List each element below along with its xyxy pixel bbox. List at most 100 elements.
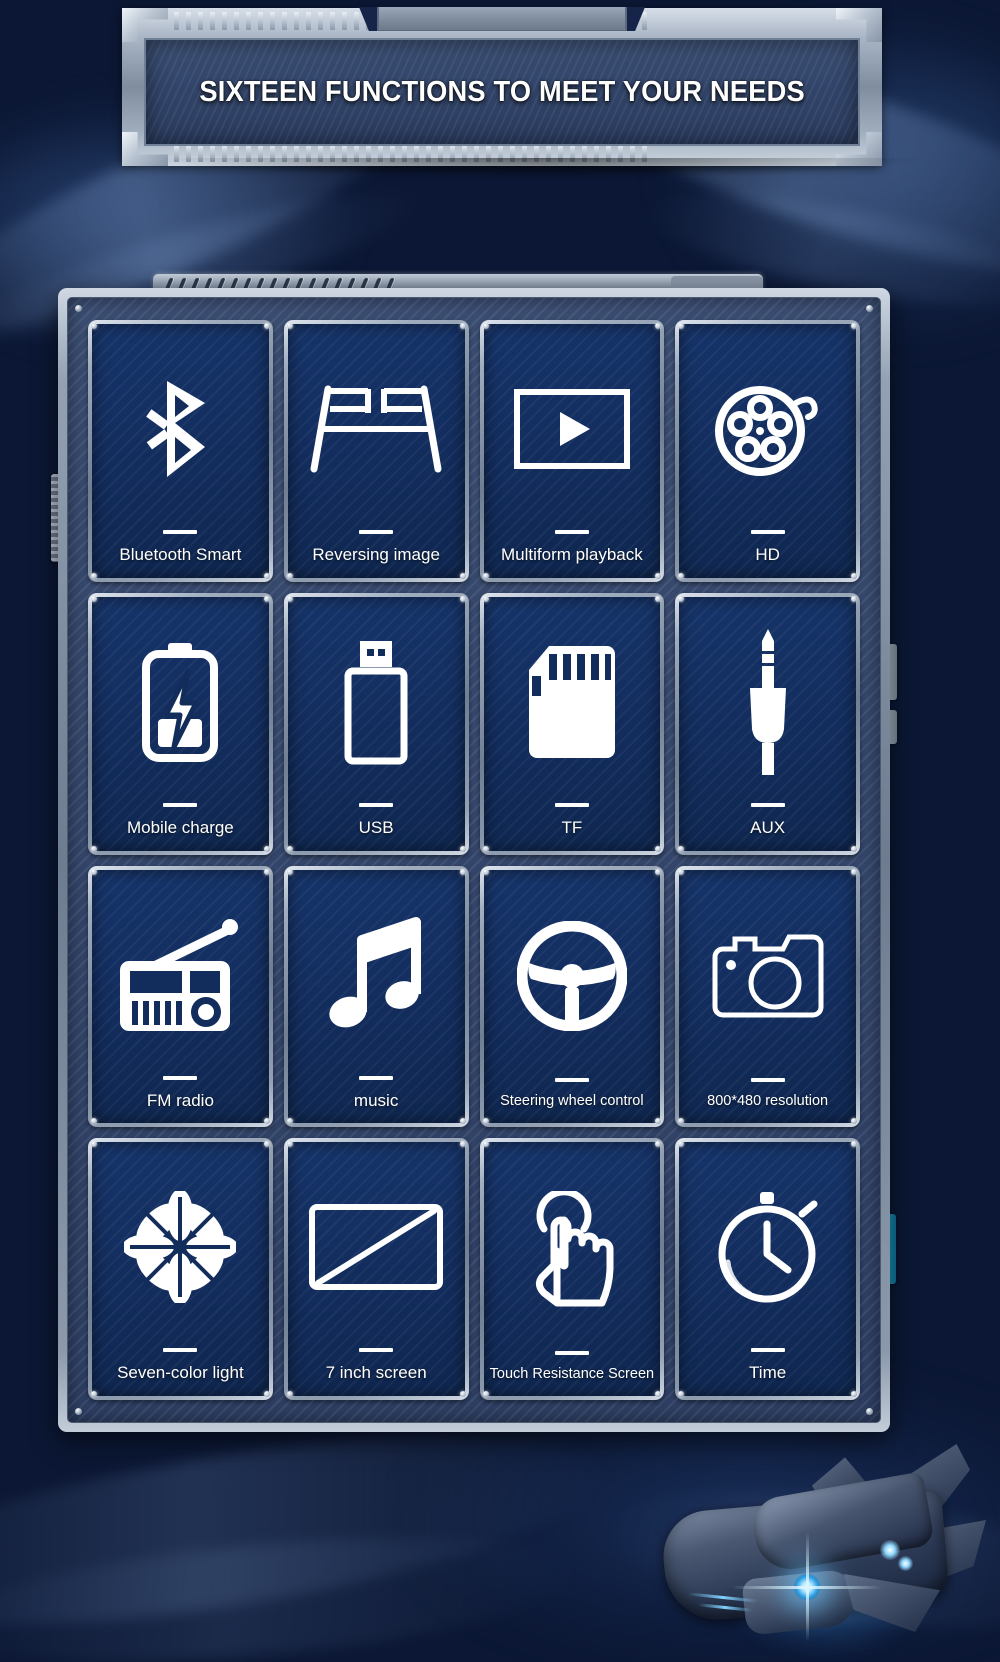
tile-divider — [163, 1348, 198, 1353]
tile-rivet — [91, 572, 97, 579]
tile-rivet — [459, 1141, 466, 1148]
header-banner: SIXTEEN FUNCTIONS TO MEET YOUR NEEDS — [122, 7, 882, 166]
feature-tile[interactable]: Multiform playback — [479, 320, 665, 582]
tile-rivet — [91, 595, 97, 602]
usb-drive-icon — [288, 605, 465, 803]
tile-rivet — [655, 1391, 662, 1397]
tile-divider — [359, 802, 394, 807]
tile-divider — [359, 530, 394, 535]
tile-rivet — [482, 1118, 489, 1125]
bluetooth-icon — [92, 332, 269, 530]
audio-jack-icon — [679, 605, 856, 803]
tile-rivet — [286, 595, 293, 602]
tile-rivet — [851, 868, 857, 875]
tile-rivet — [655, 1141, 662, 1148]
tile-rivet — [286, 845, 293, 852]
steering-wheel-icon — [484, 878, 661, 1079]
tile-divider — [750, 530, 785, 535]
film-reel-icon — [679, 332, 856, 530]
tile-rivet — [91, 1118, 97, 1125]
banner-drop-shadow — [162, 158, 922, 178]
tile-inner: Steering wheel control — [483, 870, 661, 1124]
feature-label: 7 inch screen — [325, 1363, 427, 1383]
spaceship-engine-light — [898, 1556, 913, 1571]
tile-rivet — [655, 572, 662, 579]
tile-rivet — [851, 845, 857, 852]
feature-tile[interactable]: Steering wheel control — [479, 865, 665, 1128]
radio-icon — [92, 878, 269, 1076]
feature-label: Reversing image — [312, 545, 440, 565]
tile-rivet — [459, 572, 466, 579]
touch-hand-icon — [484, 1150, 661, 1351]
tile-divider — [359, 1075, 394, 1080]
tile-inner: HD — [679, 324, 856, 578]
battery-charge-icon — [92, 605, 269, 803]
tile-inner: 7 inch screen — [287, 1142, 465, 1396]
tile-rivet — [482, 845, 489, 852]
feature-label: HD — [755, 545, 780, 565]
tile-rivet — [286, 1141, 293, 1148]
tile-rivet — [91, 1391, 97, 1397]
banner-inner-panel: SIXTEEN FUNCTIONS TO MEET YOUR NEEDS — [144, 38, 860, 146]
feature-label: Time — [749, 1363, 787, 1383]
device-chassis: Bluetooth Smart Reversing image Multifor… — [51, 274, 897, 1432]
feature-label: USB — [358, 817, 394, 837]
tile-inner: Touch Resistance Screen — [483, 1142, 661, 1396]
feature-tile[interactable]: Mobile charge — [88, 592, 273, 855]
feature-grid: Bluetooth Smart Reversing image Multifor… — [88, 320, 860, 1400]
feature-tile[interactable]: AUX — [675, 592, 860, 855]
screw-bottom-right — [866, 1408, 873, 1415]
feature-tile[interactable]: FM radio — [88, 865, 273, 1128]
tile-rivet — [851, 1141, 857, 1148]
tile-rivet — [459, 845, 466, 852]
tile-rivet — [655, 845, 662, 852]
video-play-icon — [484, 332, 661, 530]
screw-bottom-left — [75, 1408, 82, 1415]
tile-rivet — [851, 595, 857, 602]
feature-tile[interactable]: 7 inch screen — [283, 1138, 469, 1400]
screen-diagonal-icon — [288, 1150, 465, 1348]
tile-rivet — [263, 1141, 270, 1148]
feature-tile[interactable]: Reversing image — [283, 320, 469, 582]
tile-divider — [163, 802, 198, 807]
music-note-icon — [288, 878, 465, 1076]
tile-inner: Mobile charge — [92, 597, 269, 851]
tile-rivet — [263, 572, 270, 579]
tile-inner: FM radio — [92, 870, 269, 1124]
feature-label: Steering wheel control — [500, 1093, 644, 1110]
tile-rivet — [263, 1391, 270, 1397]
feature-tile[interactable]: TF — [479, 592, 665, 855]
feature-label: Bluetooth Smart — [119, 545, 242, 565]
tile-rivet — [286, 572, 293, 579]
feature-tile[interactable]: music — [283, 865, 469, 1128]
tile-rivet — [459, 868, 466, 875]
tile-rivet — [678, 595, 685, 602]
feature-tile[interactable]: Touch Resistance Screen — [479, 1138, 665, 1400]
tile-rivet — [286, 1118, 293, 1125]
tile-inner: Time — [679, 1142, 856, 1396]
feature-tile[interactable]: Seven-color light — [88, 1138, 273, 1400]
tile-inner: Reversing image — [287, 324, 465, 578]
tile-inner: Multiform playback — [483, 324, 661, 578]
sd-card-icon — [484, 605, 661, 803]
tile-divider — [554, 530, 589, 535]
stopwatch-icon — [679, 1150, 856, 1348]
feature-label: Multiform playback — [501, 545, 643, 565]
feature-tile[interactable]: Bluetooth Smart — [88, 320, 273, 582]
tile-rivet — [286, 323, 293, 329]
feature-tile[interactable]: HD — [675, 320, 860, 582]
feature-tile[interactable]: Time — [675, 1138, 860, 1400]
chassis-face-panel: Bluetooth Smart Reversing image Multifor… — [67, 297, 881, 1423]
tile-divider — [554, 1078, 589, 1083]
feature-tile[interactable]: USB — [283, 592, 469, 855]
tile-rivet — [286, 1391, 293, 1397]
page-title: SIXTEEN FUNCTIONS TO MEET YOUR NEEDS — [199, 75, 805, 108]
tile-rivet — [91, 845, 97, 852]
tile-divider — [359, 1348, 394, 1353]
tile-rivet — [459, 323, 466, 329]
tile-rivet — [482, 1391, 489, 1397]
tile-rivet — [655, 868, 662, 875]
tile-divider — [750, 1348, 785, 1353]
tile-rivet — [263, 595, 270, 602]
feature-tile[interactable]: 800*480 resolution — [675, 865, 860, 1128]
